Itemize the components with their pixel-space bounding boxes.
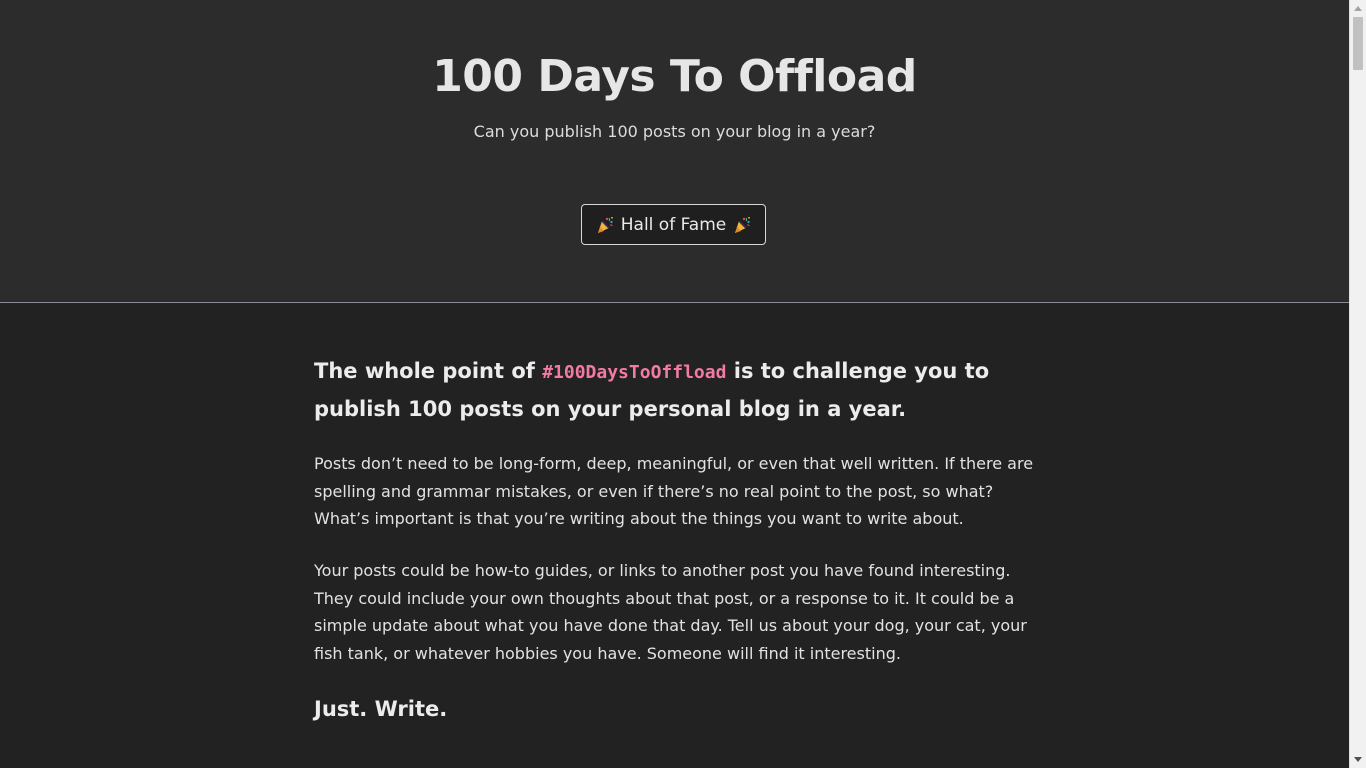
page-subtitle: Can you publish 100 posts on your blog i…	[473, 122, 876, 141]
intro-paragraph: Posts don’t need to be long-form, deep, …	[314, 454, 1034, 528]
party-popper-icon	[596, 216, 614, 234]
page: 100 Days To Offload Can you publish 100 …	[0, 0, 1349, 768]
lead-prefix: The whole point of	[314, 359, 543, 383]
hall-of-fame-label: Hall of Fame	[620, 214, 727, 235]
party-popper-icon	[733, 216, 751, 234]
ideas-paragraph: Your posts could be how-to guides, or li…	[314, 561, 1027, 663]
page-title: 100 Days To Offload	[432, 51, 917, 102]
closing-heading: Just. Write.	[314, 697, 448, 721]
scroll-down-arrow-icon[interactable]	[1350, 751, 1366, 768]
vertical-scrollbar[interactable]	[1349, 0, 1366, 768]
hero-header: 100 Days To Offload Can you publish 100 …	[0, 0, 1349, 303]
lead-heading: The whole point of #100DaysToOffload is …	[314, 353, 1044, 428]
hall-of-fame-button[interactable]: Hall of Fame	[581, 204, 766, 245]
hashtag-code: #100DaysToOffload	[542, 362, 727, 383]
scroll-up-arrow-icon[interactable]	[1350, 0, 1366, 17]
scrollbar-thumb[interactable]	[1353, 17, 1363, 70]
